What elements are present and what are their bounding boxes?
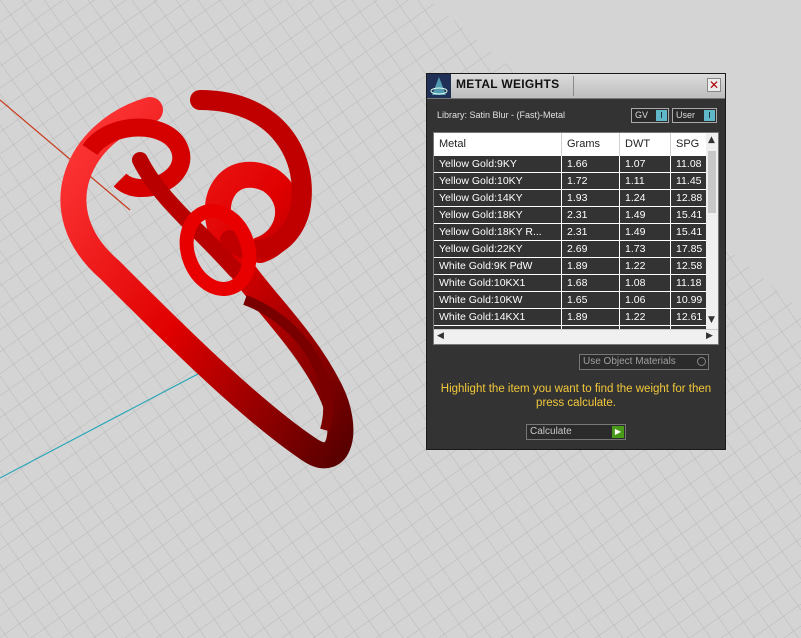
metal-weights-panel: METAL WEIGHTS ✕ Library: Satin Blur - (F… [426, 73, 726, 450]
cell-grams: 1.89 [562, 258, 620, 274]
title-separator [573, 76, 574, 96]
cell-dwt: 1.08 [620, 275, 671, 291]
cell-grams: 1.89 [562, 309, 620, 325]
cell-dwt: 1.49 [620, 224, 671, 240]
column-header-grams[interactable]: Grams [562, 133, 620, 156]
panel-title: METAL WEIGHTS [456, 77, 560, 91]
user-toggle-label: User [676, 110, 696, 120]
radio-icon[interactable] [697, 357, 706, 366]
use-object-materials-label: Use Object Materials [583, 356, 676, 367]
scroll-up-icon[interactable]: ▲ [708, 135, 715, 145]
table-row[interactable]: White Gold:10KX1 1.68 1.08 11.18 [434, 275, 706, 292]
cell-metal: Yellow Gold:18KY R... [434, 224, 562, 240]
gv-toggle-label: GV [635, 110, 649, 120]
table-row[interactable]: White Gold:10KW 1.65 1.06 10.99 [434, 292, 706, 309]
table-header: Metal Grams DWT SPG [434, 133, 706, 157]
cell-spg: 15.41 [676, 209, 703, 221]
column-header-metal[interactable]: Metal [434, 133, 562, 156]
vertical-scrollbar[interactable]: ▲ ▼ [706, 133, 718, 329]
cell-dwt: 1.73 [620, 241, 671, 257]
scroll-down-icon[interactable]: ▼ [708, 315, 715, 325]
scroll-right-icon[interactable]: ▶ [706, 331, 713, 341]
table-row[interactable]: White Gold:14KX1 1.89 1.22 12.61 [434, 309, 706, 326]
user-indicator-icon: I [704, 110, 715, 121]
use-object-materials-option[interactable]: Use Object Materials [579, 354, 709, 370]
cell-metal: Yellow Gold:22KY [434, 241, 562, 257]
cell-spg: 11.18 [676, 277, 702, 289]
table-body: Yellow Gold:9KY 1.66 1.07 11.08 Yellow Gold:… [434, 156, 706, 343]
cell-dwt: 1.24 [620, 190, 671, 206]
table-row[interactable]: Yellow Gold:10KY 1.72 1.11 11.45 [434, 173, 706, 190]
horizontal-scrollbar[interactable]: ◀ ▶ [434, 329, 718, 344]
cell-spg: 12.61 [676, 311, 703, 323]
cell-dwt: 1.06 [620, 292, 671, 308]
user-toggle[interactable]: User I [672, 108, 717, 123]
instruction-text: Highlight the item you want to find the … [440, 383, 712, 409]
vertical-scroll-thumb[interactable] [708, 151, 716, 213]
cell-metal: White Gold:14KX1 [434, 309, 562, 325]
calculate-button[interactable]: Calculate ▶ [526, 424, 626, 440]
cell-metal: White Gold:10KX1 [434, 275, 562, 291]
cell-dwt: 1.22 [620, 258, 671, 274]
cell-metal: Yellow Gold:10KY [434, 173, 562, 189]
library-label: Library: Satin Blur - (Fast)-Metal [437, 110, 566, 120]
cell-grams: 1.93 [562, 190, 620, 206]
table-row[interactable]: Yellow Gold:14KY 1.93 1.24 12.88 [434, 190, 706, 207]
panel-titlebar[interactable]: METAL WEIGHTS ✕ [427, 74, 725, 99]
table-row[interactable]: Yellow Gold:18KY 2.31 1.49 15.41 [434, 207, 706, 224]
table-row[interactable]: Yellow Gold:18KY R... 2.31 1.49 15.41 [434, 224, 706, 241]
table-row[interactable]: White Gold:9K PdW 1.89 1.22 12.58 [434, 258, 706, 275]
cell-spg: 12.58 [676, 260, 703, 272]
cell-spg: 11.45 [676, 175, 702, 187]
metal-table[interactable]: Metal Grams DWT SPG Yellow Gold:9KY 1.66 1… [433, 132, 719, 345]
cell-dwt: 1.49 [620, 207, 671, 223]
column-header-spg[interactable]: SPG [671, 133, 706, 156]
gv-toggle[interactable]: GV I [631, 108, 669, 123]
cell-dwt: 1.22 [620, 309, 671, 325]
app-logo-icon [427, 74, 451, 98]
cell-spg: 12.88 [676, 192, 703, 204]
calculate-label: Calculate [530, 426, 572, 437]
cell-metal: Yellow Gold:9KY [434, 156, 562, 172]
cell-grams: 1.65 [562, 292, 620, 308]
close-button[interactable]: ✕ [707, 78, 721, 92]
play-icon: ▶ [612, 426, 624, 438]
cell-dwt: 1.07 [620, 156, 671, 172]
cell-spg: 15.41 [676, 226, 703, 238]
cell-dwt: 1.11 [620, 173, 671, 189]
cell-metal: Yellow Gold:18KY [434, 207, 562, 223]
table-row[interactable]: Yellow Gold:9KY 1.66 1.07 11.08 [434, 156, 706, 173]
cell-grams: 2.31 [562, 224, 620, 240]
table-row[interactable]: Yellow Gold:22KY 2.69 1.73 17.85 [434, 241, 706, 258]
cell-metal: White Gold:9K PdW [434, 258, 562, 274]
scroll-left-icon[interactable]: ◀ [437, 331, 444, 341]
cell-grams: 2.31 [562, 207, 620, 223]
cell-spg: 11.08 [676, 158, 702, 170]
gv-indicator-icon: I [656, 110, 667, 121]
cell-metal: Yellow Gold:14KY [434, 190, 562, 206]
cell-spg: 10.99 [676, 294, 703, 306]
cell-grams: 1.68 [562, 275, 620, 291]
cell-spg: 17.85 [676, 243, 703, 255]
column-header-dwt[interactable]: DWT [620, 133, 671, 156]
cell-grams: 1.72 [562, 173, 620, 189]
cell-grams: 1.66 [562, 156, 620, 172]
cell-grams: 2.69 [562, 241, 620, 257]
cell-metal: White Gold:10KW [434, 292, 562, 308]
